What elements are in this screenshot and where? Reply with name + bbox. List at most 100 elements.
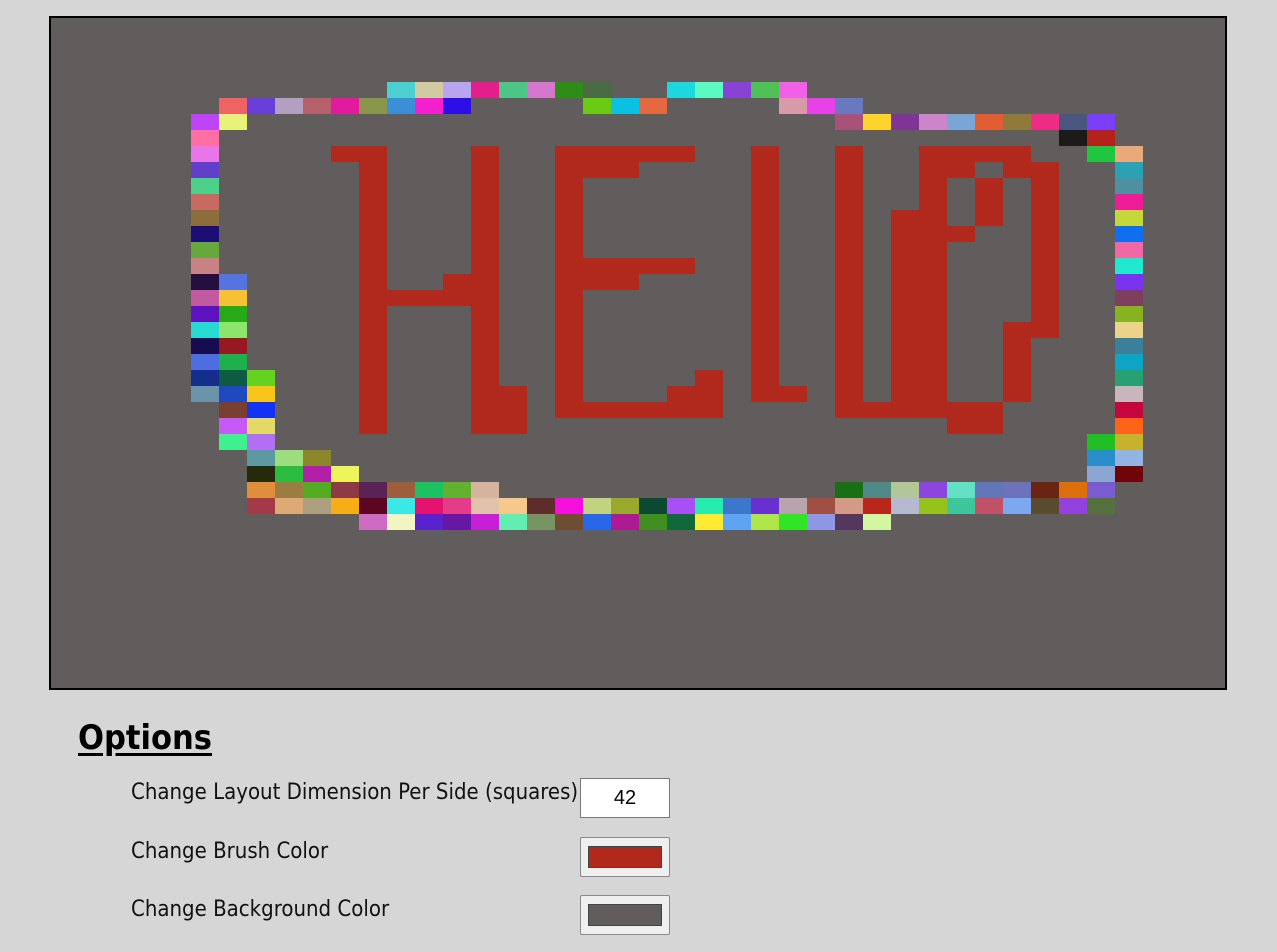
grid-cell[interactable] [219, 418, 247, 434]
grid-cell[interactable] [359, 498, 387, 514]
grid-cell[interactable] [191, 178, 219, 194]
grid-cell[interactable] [835, 98, 863, 114]
grid-cell[interactable] [695, 82, 723, 98]
grid-cell[interactable] [247, 418, 275, 434]
grid-cell[interactable] [527, 82, 555, 98]
grid-cell[interactable] [611, 514, 639, 530]
background-color-picker[interactable] [580, 895, 670, 935]
grid-cell[interactable] [1115, 146, 1143, 162]
grid-cell[interactable] [331, 466, 359, 482]
grid-cell[interactable] [219, 370, 247, 386]
grid-cell[interactable] [415, 482, 443, 498]
grid-cell[interactable] [1031, 498, 1059, 514]
grid-cell[interactable] [1115, 450, 1143, 466]
brush-cell[interactable] [1031, 194, 1059, 210]
grid-cell[interactable] [275, 498, 303, 514]
grid-cell[interactable] [891, 114, 919, 130]
grid-cell[interactable] [1115, 210, 1143, 226]
grid-cell[interactable] [1003, 498, 1031, 514]
grid-cell[interactable] [219, 402, 247, 418]
brush-cell[interactable] [583, 162, 611, 178]
grid-cell[interactable] [1003, 482, 1031, 498]
brush-cell[interactable] [919, 242, 947, 258]
brush-cell[interactable] [1003, 322, 1031, 338]
brush-cell[interactable] [751, 322, 779, 338]
grid-cell[interactable] [891, 498, 919, 514]
grid-cell[interactable] [1087, 482, 1115, 498]
brush-cell[interactable] [779, 386, 807, 402]
grid-cell[interactable] [1059, 498, 1087, 514]
brush-cell[interactable] [499, 402, 527, 418]
grid-cell[interactable] [191, 322, 219, 338]
brush-cell[interactable] [835, 402, 863, 418]
brush-cell[interactable] [667, 386, 695, 402]
grid-cell[interactable] [863, 514, 891, 530]
grid-cell[interactable] [247, 466, 275, 482]
brush-cell[interactable] [751, 162, 779, 178]
grid-cell[interactable] [443, 514, 471, 530]
brush-cell[interactable] [611, 402, 639, 418]
brush-cell[interactable] [471, 194, 499, 210]
grid-cell[interactable] [1059, 482, 1087, 498]
grid-cell[interactable] [191, 386, 219, 402]
brush-cell[interactable] [751, 338, 779, 354]
grid-cell[interactable] [1115, 226, 1143, 242]
brush-cell[interactable] [919, 178, 947, 194]
brush-cell[interactable] [751, 226, 779, 242]
grid-cell[interactable] [583, 498, 611, 514]
brush-cell[interactable] [835, 370, 863, 386]
grid-cell[interactable] [387, 482, 415, 498]
grid-cell[interactable] [387, 514, 415, 530]
brush-cell[interactable] [1003, 146, 1031, 162]
grid-cell[interactable] [863, 498, 891, 514]
brush-cell[interactable] [611, 274, 639, 290]
grid-cell[interactable] [779, 98, 807, 114]
brush-cell[interactable] [891, 290, 919, 306]
brush-cell[interactable] [555, 290, 583, 306]
grid-cell[interactable] [611, 98, 639, 114]
grid-cell[interactable] [779, 82, 807, 98]
grid-cell[interactable] [863, 114, 891, 130]
brush-cell[interactable] [387, 290, 415, 306]
brush-cell[interactable] [751, 290, 779, 306]
brush-cell[interactable] [471, 370, 499, 386]
grid-cell[interactable] [863, 482, 891, 498]
brush-cell[interactable] [555, 370, 583, 386]
brush-cell[interactable] [359, 146, 387, 162]
brush-cell[interactable] [695, 402, 723, 418]
brush-cell[interactable] [471, 306, 499, 322]
brush-cell[interactable] [443, 290, 471, 306]
brush-cell[interactable] [471, 274, 499, 290]
grid-cell[interactable] [555, 514, 583, 530]
grid-cell[interactable] [387, 82, 415, 98]
brush-cell[interactable] [751, 386, 779, 402]
grid-cell[interactable] [331, 498, 359, 514]
brush-cell[interactable] [359, 402, 387, 418]
brush-cell[interactable] [975, 178, 1003, 194]
grid-cell[interactable] [975, 482, 1003, 498]
grid-cell[interactable] [1087, 130, 1115, 146]
grid-cell[interactable] [303, 450, 331, 466]
brush-cell[interactable] [359, 178, 387, 194]
brush-cell[interactable] [471, 258, 499, 274]
brush-cell[interactable] [443, 274, 471, 290]
grid-cell[interactable] [1115, 338, 1143, 354]
brush-cell[interactable] [471, 338, 499, 354]
brush-cell[interactable] [667, 258, 695, 274]
brush-cell[interactable] [359, 386, 387, 402]
brush-cell[interactable] [695, 370, 723, 386]
brush-cell[interactable] [555, 258, 583, 274]
grid-cell[interactable] [723, 498, 751, 514]
grid-cell[interactable] [639, 498, 667, 514]
brush-cell[interactable] [471, 418, 499, 434]
grid-cell[interactable] [1087, 114, 1115, 130]
grid-cell[interactable] [387, 98, 415, 114]
brush-cell[interactable] [919, 386, 947, 402]
brush-cell[interactable] [359, 194, 387, 210]
grid-cell[interactable] [1087, 434, 1115, 450]
grid-cell[interactable] [667, 498, 695, 514]
brush-cell[interactable] [1003, 338, 1031, 354]
brush-cell[interactable] [359, 242, 387, 258]
brush-cell[interactable] [863, 402, 891, 418]
grid-cell[interactable] [555, 82, 583, 98]
